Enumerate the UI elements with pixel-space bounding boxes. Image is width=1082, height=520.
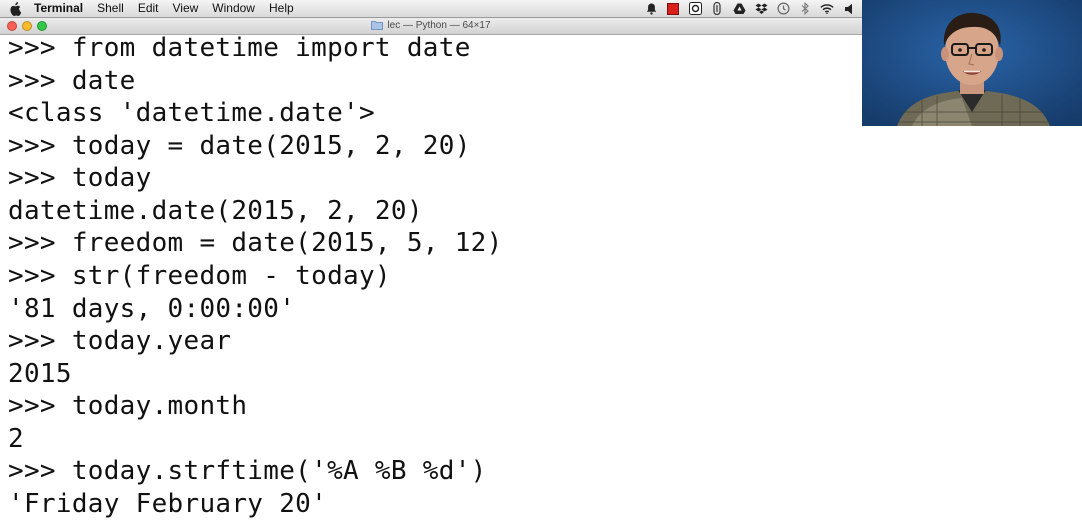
terminal-line: >>> today.month — [8, 391, 248, 421]
terminal-line: >>> today — [8, 163, 152, 193]
notification-bell-icon[interactable] — [644, 2, 658, 16]
terminal-line: >>> today = date(2015, 2, 20) — [8, 131, 471, 161]
terminal-line: 2 — [8, 424, 24, 454]
terminal-line: >>> freedom = date(2015, 5, 12) — [8, 228, 503, 258]
apple-logo-icon[interactable] — [0, 1, 30, 16]
terminal-line: >>> today.strftime('%A %B %d') — [8, 456, 487, 486]
terminal-line: <class 'datetime.date'> — [8, 98, 375, 128]
volume-icon[interactable] — [842, 2, 856, 16]
terminal-line: >>> today.year — [8, 326, 232, 356]
dropbox-icon[interactable] — [754, 2, 768, 16]
wifi-icon[interactable] — [820, 2, 834, 16]
menu-bar: Terminal Shell Edit View Window Help — [0, 0, 862, 18]
script-icon[interactable] — [710, 2, 724, 16]
app-icon[interactable] — [688, 2, 702, 16]
window-title: lec — Python — 64×17 — [387, 20, 491, 31]
drive-icon[interactable] — [732, 2, 746, 16]
terminal-line: datetime.date(2015, 2, 20) — [8, 196, 423, 226]
status-area — [644, 0, 862, 17]
terminal-line: >>> from datetime import date — [8, 33, 471, 63]
presenter-webcam — [862, 0, 1082, 126]
menu-view[interactable]: View — [166, 0, 206, 17]
menu-shell[interactable]: Shell — [90, 0, 131, 17]
red-square-icon[interactable] — [666, 2, 680, 16]
terminal-line: '81 days, 0:00:00' — [8, 294, 296, 324]
presenter-illustration — [862, 0, 1082, 126]
terminal-line: >>> date — [8, 66, 136, 96]
time-machine-icon[interactable] — [776, 2, 790, 16]
terminal-output[interactable]: >>> from datetime import date >>> date <… — [0, 33, 862, 520]
terminal-line: 'Friday February 20' — [8, 489, 328, 519]
menu-help[interactable]: Help — [262, 0, 301, 17]
menu-terminal[interactable]: Terminal — [30, 0, 90, 17]
terminal-line: 2015 — [8, 359, 72, 389]
terminal-line: >>> str(freedom - today) — [8, 261, 391, 291]
menu-window[interactable]: Window — [205, 0, 262, 17]
bluetooth-icon[interactable] — [798, 2, 812, 16]
menu-edit[interactable]: Edit — [131, 0, 166, 17]
